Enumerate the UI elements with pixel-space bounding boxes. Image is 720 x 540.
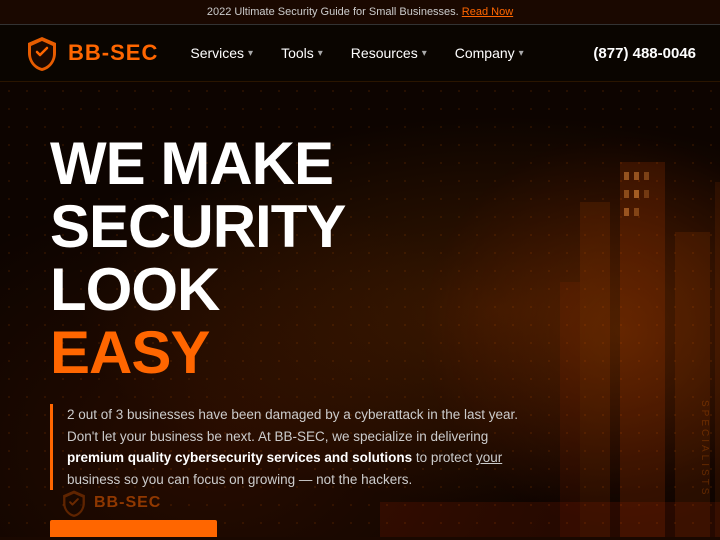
nav-tools-label: Tools (281, 45, 314, 61)
hero-title-line2: SECURITY LOOK (50, 193, 344, 323)
announcement-link[interactable]: Read Now (462, 6, 513, 18)
description-bold: premium quality cybersecurity services a… (67, 450, 412, 465)
services-chevron-icon: ▾ (248, 48, 253, 59)
hero-content: WE MAKE SECURITY LOOK EASY 2 out of 3 bu… (0, 82, 560, 537)
side-decorative-text: specialists (699, 400, 710, 497)
hero-section: WE MAKE SECURITY LOOK EASY 2 out of 3 bu… (0, 82, 720, 537)
tools-chevron-icon: ▾ (318, 48, 323, 59)
announcement-text: 2022 Ultimate Security Guide for Small B… (207, 6, 459, 18)
nav-item-resources[interactable]: Resources ▾ (351, 45, 427, 61)
company-chevron-icon: ▾ (519, 48, 524, 59)
nav-resources-label: Resources (351, 45, 418, 61)
hero-description: 2 out of 3 businesses have been damaged … (50, 404, 520, 490)
hero-title-accent: EASY (50, 321, 520, 384)
nav-item-services[interactable]: Services ▾ (190, 45, 253, 61)
hero-title-line1: WE MAKE (50, 130, 333, 197)
hero-cta: GET STARTED (50, 520, 520, 537)
nav-links: Services ▾ Tools ▾ Resources ▾ Company ▾ (190, 45, 561, 61)
nav-phone[interactable]: (877) 488-0046 (593, 45, 696, 62)
logo-text: BB-SEC (68, 40, 158, 66)
announcement-bar: 2022 Ultimate Security Guide for Small B… (0, 0, 720, 25)
description-part1: 2 out of 3 businesses have been damaged … (67, 407, 518, 444)
resources-chevron-icon: ▾ (422, 48, 427, 59)
hero-title: WE MAKE SECURITY LOOK EASY (50, 132, 520, 384)
nav-item-tools[interactable]: Tools ▾ (281, 45, 323, 61)
description-part2: to protect (412, 450, 476, 465)
logo-icon (24, 35, 60, 71)
nav-services-label: Services (190, 45, 244, 61)
navbar: BB-SEC Services ▾ Tools ▾ Resources ▾ Co… (0, 25, 720, 82)
description-part3: business so you can focus on growing — n… (67, 472, 412, 487)
nav-company-label: Company (455, 45, 515, 61)
description-underline: your (476, 450, 502, 465)
cta-button[interactable]: GET STARTED (50, 520, 217, 537)
logo[interactable]: BB-SEC (24, 35, 158, 71)
nav-item-company[interactable]: Company ▾ (455, 45, 524, 61)
